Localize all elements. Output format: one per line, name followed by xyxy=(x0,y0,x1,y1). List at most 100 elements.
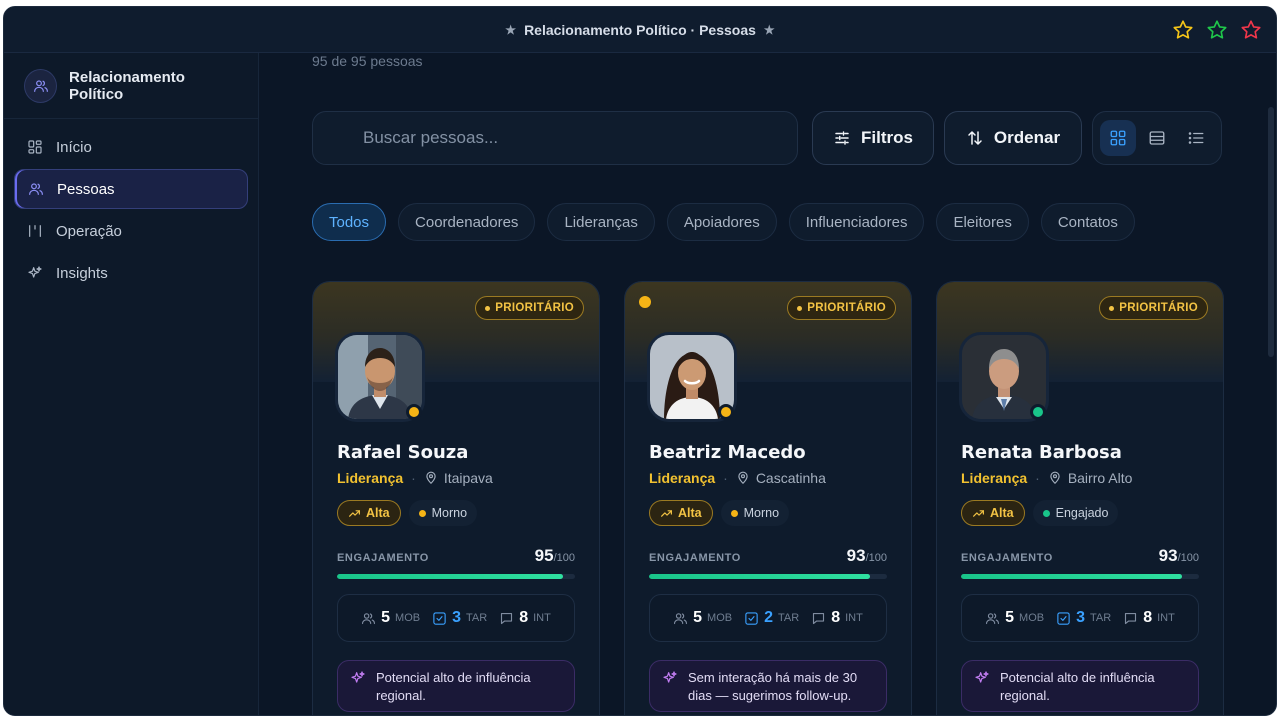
priority-pill: Alta xyxy=(337,500,401,526)
insight-text: Potencial alto de influência regional. xyxy=(1000,670,1155,703)
app-window: ★ Relacionamento Político · Pessoas ★ Re… xyxy=(3,6,1277,716)
priority-badge: PRIORITÁRIO xyxy=(1099,296,1208,320)
person-role: Liderança xyxy=(961,470,1028,486)
person-name: Rafael Souza xyxy=(337,442,469,463)
engagement-label: ENGAJAMENTO xyxy=(649,552,741,564)
brand: Relacionamento Político xyxy=(4,53,258,119)
engagement-bar xyxy=(649,574,887,579)
person-location: Bairro Alto xyxy=(1067,470,1133,486)
engagement-score: 93/100 xyxy=(1158,546,1199,565)
engagement-score: 93/100 xyxy=(846,546,887,565)
users-icon xyxy=(362,612,376,624)
person-card[interactable]: PRIORITÁRIO Renata Barbosa Liderança · B… xyxy=(936,281,1224,715)
person-name: Beatriz Macedo xyxy=(649,442,806,463)
window-title: Relacionamento Político · Pessoas xyxy=(524,21,756,38)
insight-text: Sem interação há mais de 30 dias — suger… xyxy=(688,670,858,703)
insight-box: Potencial alto de influência regional. xyxy=(961,660,1199,712)
list-view-button[interactable] xyxy=(1178,120,1214,156)
engagement-label: ENGAJAMENTO xyxy=(961,552,1053,564)
yellow-star-icon[interactable] xyxy=(1172,19,1194,41)
person-location: Cascatinha xyxy=(755,470,826,486)
chip-todos[interactable]: Todos xyxy=(312,203,387,241)
filter-chips: Todos Coordenadores Lideranças Apoiadore… xyxy=(312,203,1135,241)
chip-apoiadores[interactable]: Apoiadores xyxy=(666,203,777,241)
message-icon xyxy=(501,612,513,624)
person-role: Liderança xyxy=(649,470,716,486)
engagement-state-pill: Morno xyxy=(720,500,790,526)
users-icon xyxy=(674,612,688,624)
location-pin-icon xyxy=(1050,471,1060,485)
checkbox-icon xyxy=(1057,611,1070,625)
message-icon xyxy=(1125,612,1137,624)
chip-liderancas[interactable]: Lideranças xyxy=(547,203,655,241)
sidebar-item-operacao[interactable]: Operação xyxy=(14,211,248,251)
scrollbar[interactable] xyxy=(1268,107,1274,357)
sort-button[interactable]: Ordenar xyxy=(944,111,1082,165)
table-view-button[interactable] xyxy=(1139,120,1175,156)
sparkles-icon xyxy=(975,671,989,683)
sidebar-item-pessoas[interactable]: Pessoas xyxy=(14,169,248,209)
brand-title: Relacionamento Político xyxy=(69,68,185,103)
bars-icon xyxy=(26,222,44,240)
users-icon xyxy=(24,68,58,103)
red-star-icon[interactable] xyxy=(1240,19,1262,41)
chip-contatos[interactable]: Contatos xyxy=(1040,203,1135,241)
view-toggle xyxy=(1092,111,1222,165)
checkbox-icon xyxy=(433,611,446,625)
filters-button[interactable]: Filtros xyxy=(812,111,934,165)
insight-box: Sem interação há mais de 30 dias — suger… xyxy=(649,660,887,712)
sidebar: Relacionamento Político Início Pessoas O… xyxy=(4,53,259,715)
green-star-icon[interactable] xyxy=(1206,19,1228,41)
grid-icon xyxy=(26,138,44,156)
person-card[interactable]: PRIORITÁRIO Beatriz Macedo Liderança · C… xyxy=(624,281,912,715)
status-dot xyxy=(1030,404,1046,420)
location-pin-icon xyxy=(426,471,436,485)
sidebar-item-inicio[interactable]: Início xyxy=(14,127,248,167)
grid-view-button[interactable] xyxy=(1100,120,1137,156)
sidebar-item-label: Pessoas xyxy=(57,180,115,198)
person-location: Itaipava xyxy=(443,470,493,486)
engagement-bar xyxy=(961,574,1199,579)
stats-row: 5 MOB 3 TAR 8 INT xyxy=(337,594,575,642)
main-content: 95 de 95 pessoas Buscar pessoas... Filtr… xyxy=(260,53,1276,715)
list-icon xyxy=(1188,132,1204,144)
filters-label: Filtros xyxy=(861,128,913,147)
sliders-icon xyxy=(835,131,849,145)
sidebar-item-insights[interactable]: Insights xyxy=(14,253,248,293)
priority-pill: Alta xyxy=(961,500,1025,526)
search-placeholder: Buscar pessoas... xyxy=(363,128,499,147)
chip-coordenadores[interactable]: Coordenadores xyxy=(398,203,536,241)
priority-badge: PRIORITÁRIO xyxy=(787,296,896,320)
engagement-label: ENGAJAMENTO xyxy=(337,552,429,564)
users-icon xyxy=(986,612,1000,624)
chip-influenciadores[interactable]: Influenciadores xyxy=(788,203,925,241)
status-dot xyxy=(718,404,734,420)
priority-badge: PRIORITÁRIO xyxy=(475,296,584,320)
star-icon: ★ xyxy=(505,22,517,37)
sparkles-icon xyxy=(663,671,677,683)
person-name: Renata Barbosa xyxy=(961,442,1122,463)
people-count: 95 de 95 pessoas xyxy=(312,53,423,69)
stats-row: 5 MOB 2 TAR 8 INT xyxy=(649,594,887,642)
priority-pill: Alta xyxy=(649,500,713,526)
message-icon xyxy=(813,612,825,624)
star-icon: ★ xyxy=(763,22,775,37)
trending-up-icon xyxy=(349,509,360,517)
engagement-score: 95/100 xyxy=(534,546,575,565)
sort-arrows-icon xyxy=(968,131,982,145)
chip-eleitores[interactable]: Eleitores xyxy=(936,203,1029,241)
sidebar-nav: Início Pessoas Operação Insights xyxy=(4,119,258,303)
engagement-state-pill: Morno xyxy=(408,500,478,526)
location-pin-icon xyxy=(738,471,748,485)
person-card[interactable]: PRIORITÁRIO Rafael Souza Liderança · Ita… xyxy=(312,281,600,715)
person-role: Liderança xyxy=(337,470,404,486)
sidebar-item-label: Insights xyxy=(56,264,108,282)
sparkles-icon xyxy=(351,671,365,683)
engagement-bar xyxy=(337,574,575,579)
stats-row: 5 MOB 3 TAR 8 INT xyxy=(961,594,1199,642)
status-dot xyxy=(406,404,422,420)
insight-text: Potencial alto de influência regional. xyxy=(376,670,531,703)
search-input[interactable]: Buscar pessoas... xyxy=(312,111,798,165)
sidebar-item-label: Início xyxy=(56,138,92,156)
sort-label: Ordenar xyxy=(993,128,1061,147)
